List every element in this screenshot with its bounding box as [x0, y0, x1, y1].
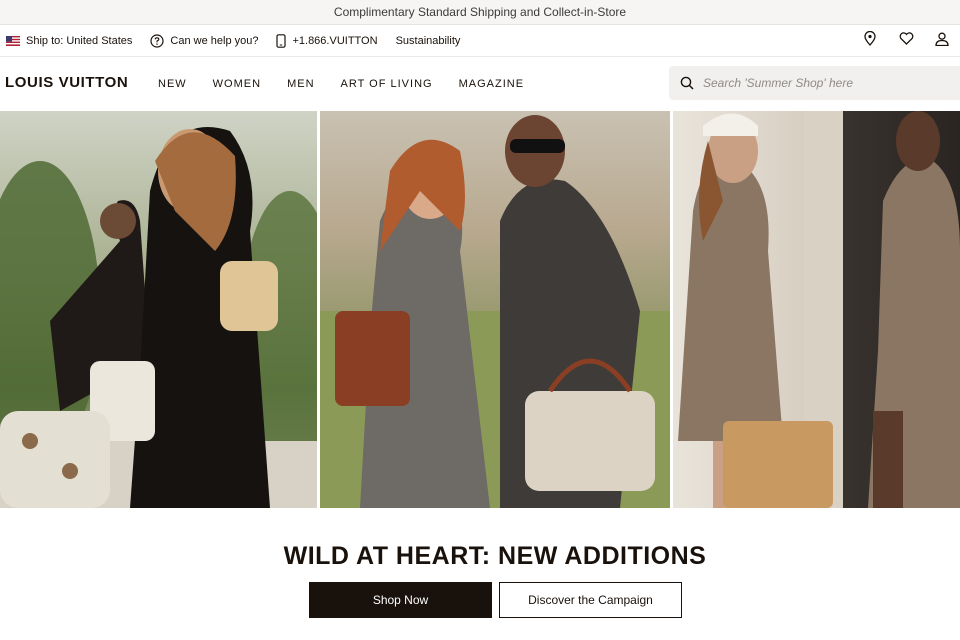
- campaign-section: WILD AT HEART: NEW ADDITIONS Shop Now Di…: [0, 508, 960, 640]
- search-bar[interactable]: [669, 66, 960, 100]
- help-label: Can we help you?: [170, 34, 259, 47]
- nav-item-new[interactable]: NEW: [158, 78, 187, 90]
- nav-item-art-of-living[interactable]: ART OF LIVING: [341, 78, 433, 90]
- campaign-image-center[interactable]: [320, 111, 670, 508]
- phone-label: +1.866.VUITTON: [292, 34, 378, 47]
- shop-now-button[interactable]: Shop Now: [309, 582, 492, 618]
- campaign-image-left[interactable]: [0, 111, 317, 508]
- campaign-image-right[interactable]: [673, 111, 960, 508]
- sustainability-link[interactable]: Sustainability: [396, 35, 461, 47]
- wishlist-button[interactable]: [888, 25, 924, 57]
- heart-icon: [899, 32, 914, 50]
- store-locator-button[interactable]: [852, 25, 888, 57]
- ship-to-label: Ship to: United States: [26, 34, 133, 47]
- sustainability-label: Sustainability: [395, 34, 461, 47]
- user-icon: [935, 32, 949, 51]
- account-button[interactable]: [924, 25, 960, 57]
- nav-item-men[interactable]: MEN: [287, 78, 314, 90]
- phone-icon: [276, 33, 287, 48]
- announcement-text: Complimentary Standard Shipping and Coll…: [333, 5, 627, 19]
- flag-icon: [6, 35, 20, 46]
- nav-links: NEW WOMEN MEN ART OF LIVING MAGAZINE: [158, 57, 550, 110]
- help-circle-icon: [150, 33, 165, 48]
- search-input[interactable]: [703, 76, 943, 90]
- ship-to-link[interactable]: Ship to: United States: [6, 35, 132, 47]
- brand-logo[interactable]: LOUIS VUITTON: [5, 74, 128, 91]
- nav-item-women[interactable]: WOMEN: [213, 78, 261, 90]
- help-link[interactable]: Can we help you?: [150, 33, 259, 48]
- location-pin-icon: [864, 30, 876, 51]
- hero-campaign-images[interactable]: [0, 111, 960, 508]
- phone-link[interactable]: +1.866.VUITTON: [276, 33, 378, 48]
- main-navigation: LOUIS VUITTON NEW WOMEN MEN ART OF LIVIN…: [0, 57, 960, 110]
- discover-campaign-button[interactable]: Discover the Campaign: [499, 582, 682, 618]
- campaign-title: WILD AT HEART: NEW ADDITIONS: [283, 542, 707, 570]
- search-icon: [680, 76, 694, 90]
- utility-bar: Ship to: United States Can we help you? …: [0, 25, 960, 57]
- nav-item-magazine[interactable]: MAGAZINE: [459, 78, 524, 90]
- announcement-bar: Complimentary Standard Shipping and Coll…: [0, 0, 960, 25]
